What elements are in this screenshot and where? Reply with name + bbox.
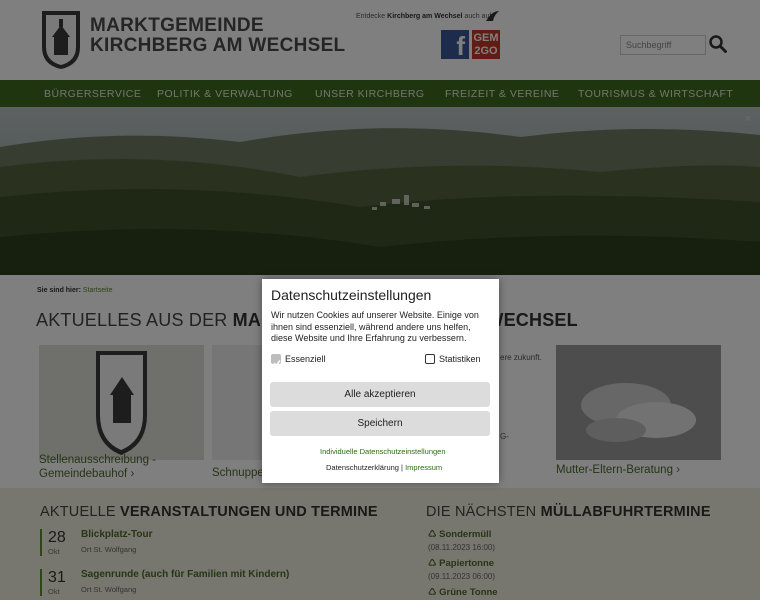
cookie-dialog-description: Wir nutzen Cookies auf unserer Website. … xyxy=(271,310,479,343)
cookie-dialog-title: Datenschutzeinstellungen xyxy=(271,287,432,303)
checkmark-icon xyxy=(273,360,281,367)
imprint-link[interactable]: Impressum xyxy=(405,463,442,472)
statistics-checkbox[interactable] xyxy=(425,354,435,364)
cookie-dialog-footer: Datenschutzerklärung | Impressum xyxy=(326,463,442,472)
individual-privacy-settings-link[interactable]: Individuelle Datenschutzeinstellungen xyxy=(320,447,446,456)
cookie-consent-dialog: Datenschutzeinstellungen Wir nutzen Cook… xyxy=(262,279,499,483)
accept-all-button[interactable]: Alle akzeptieren xyxy=(270,382,490,407)
save-button[interactable]: Speichern xyxy=(270,411,490,436)
essential-label: Essenziell xyxy=(285,354,326,364)
statistics-label: Statistiken xyxy=(439,354,481,364)
privacy-policy-link[interactable]: Datenschutzerklärung xyxy=(326,463,399,472)
essential-checkbox[interactable] xyxy=(271,354,281,367)
